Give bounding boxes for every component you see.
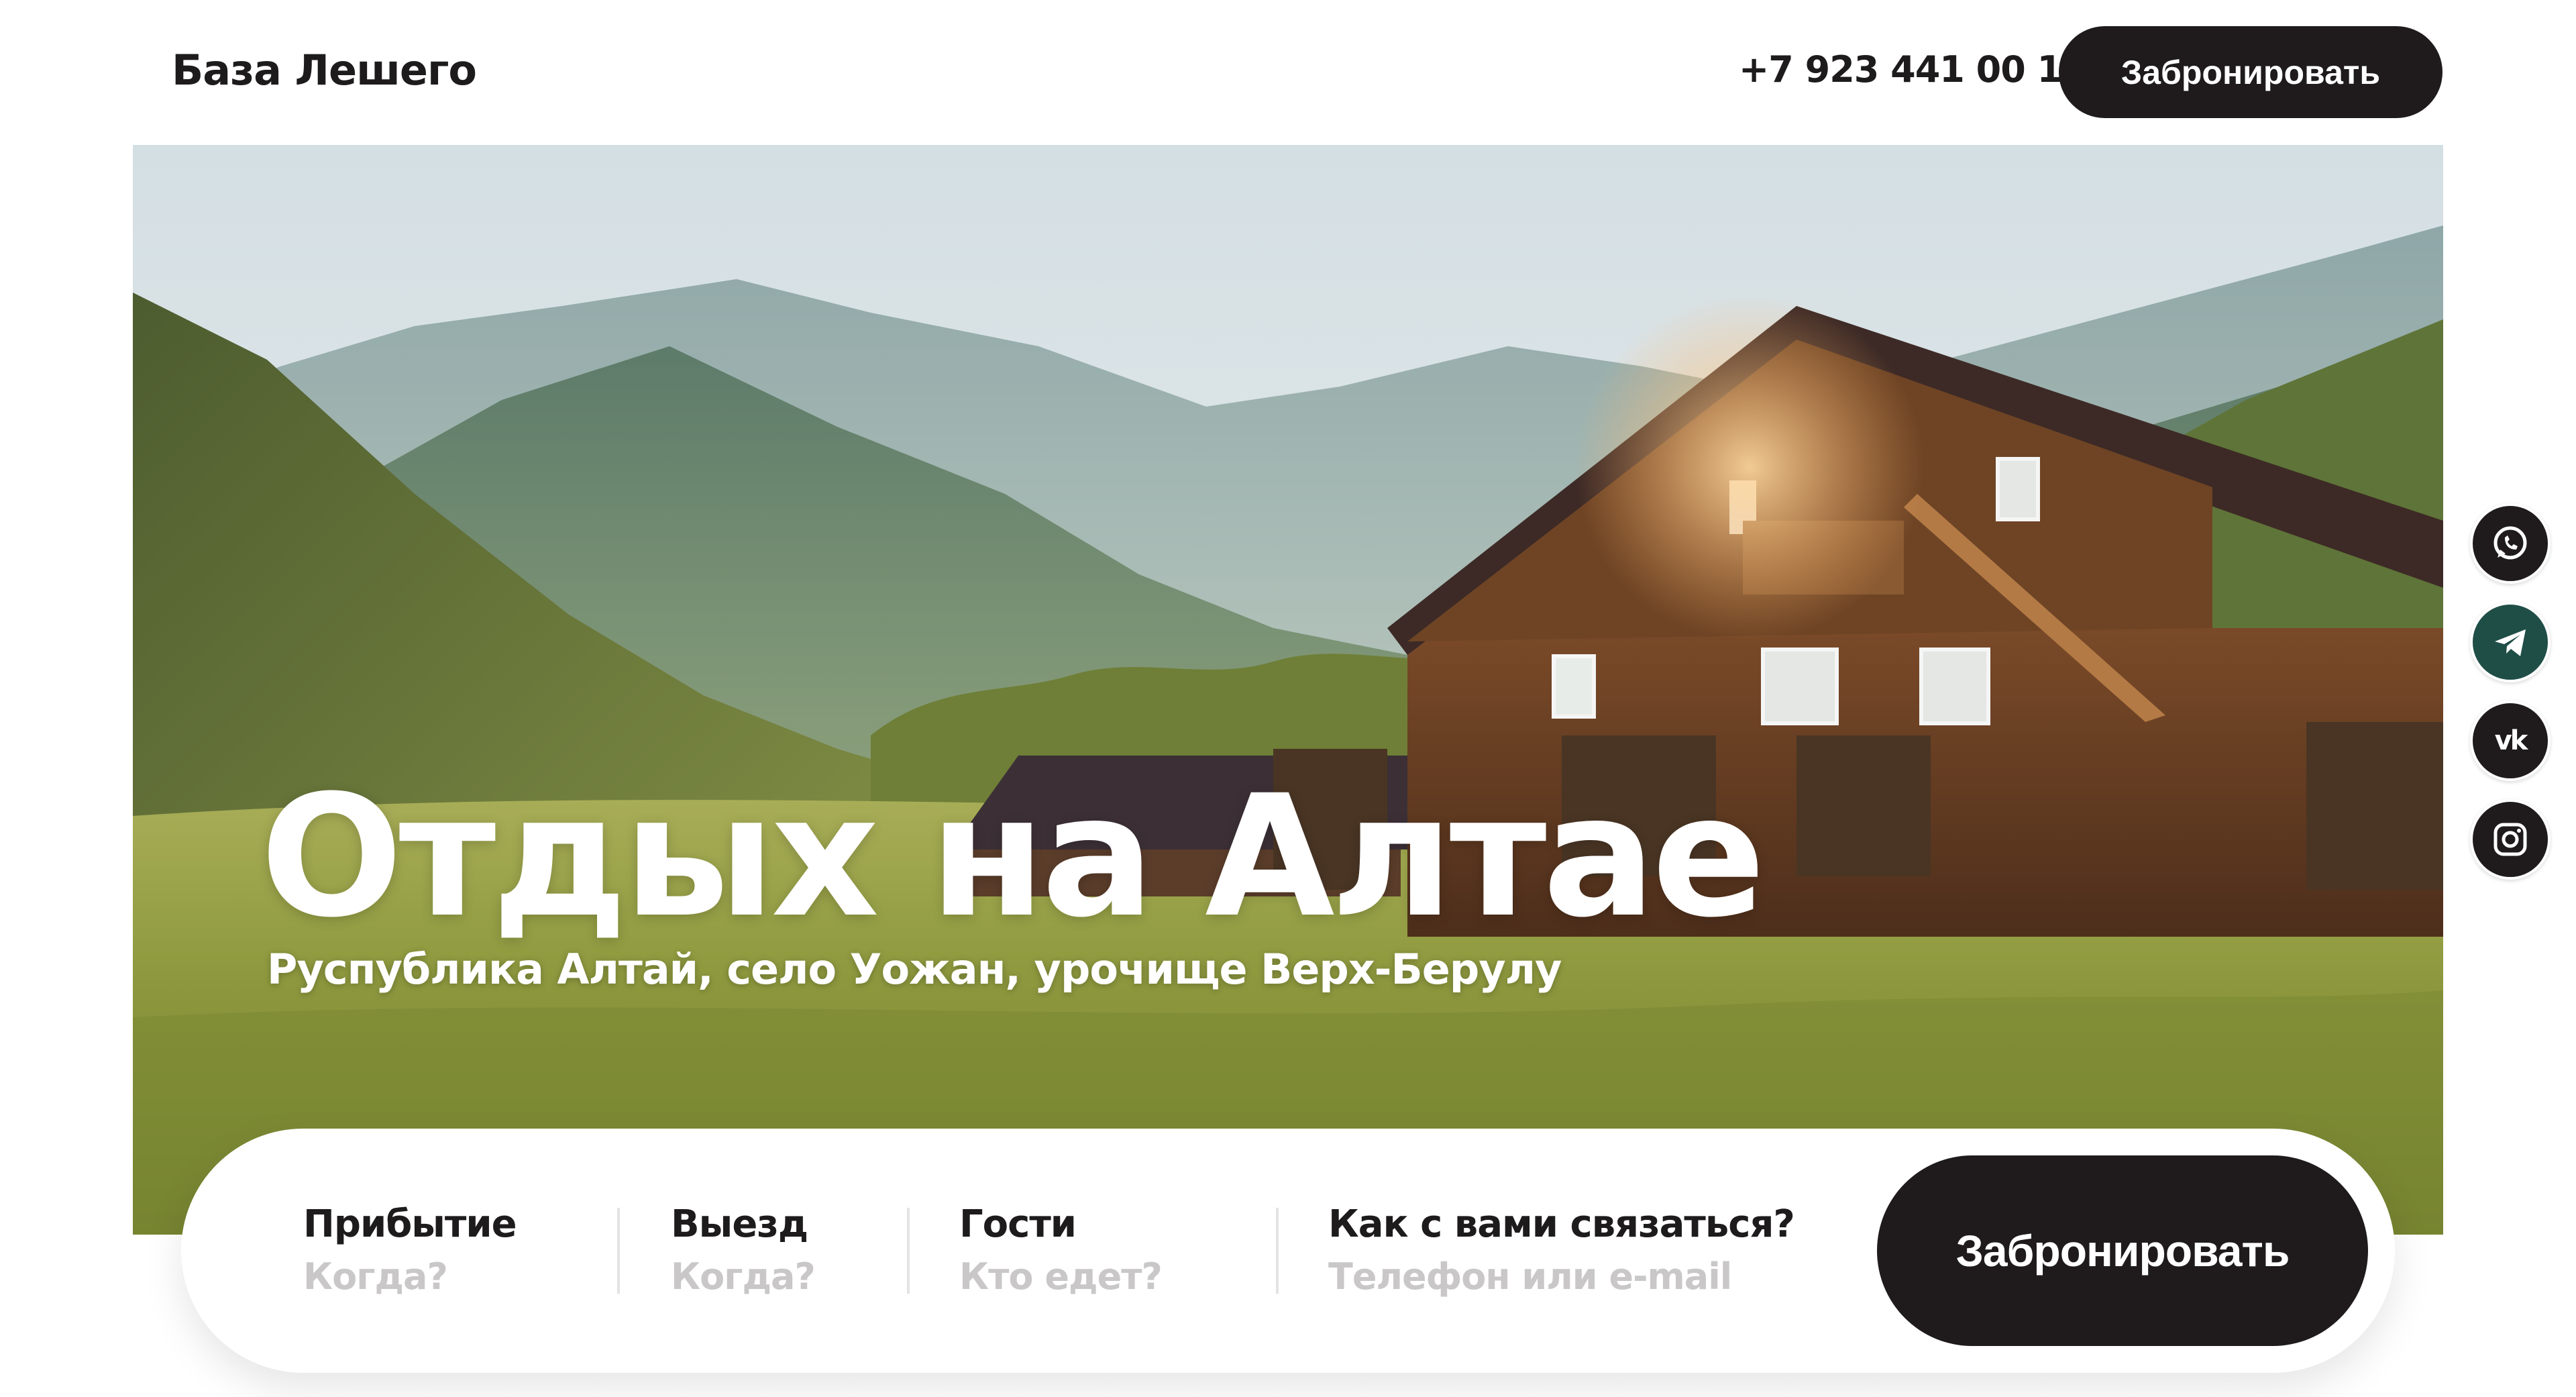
field-divider: [1276, 1208, 1279, 1294]
contact-label: Как с вами связаться?: [1328, 1202, 1795, 1246]
guests-field[interactable]: Гости: [959, 1202, 1375, 1298]
arrival-input[interactable]: [303, 1255, 719, 1298]
site-logo[interactable]: База Лешего: [172, 46, 477, 95]
header-book-button[interactable]: Забронировать: [2059, 26, 2443, 118]
site-header: База Лешего +7 923 441 00 11 Забронирова…: [0, 0, 2576, 145]
guests-input[interactable]: [959, 1255, 1375, 1298]
contact-input[interactable]: [1328, 1255, 1838, 1298]
arrival-field[interactable]: Прибытие: [303, 1202, 719, 1298]
instagram-icon: [2493, 823, 2527, 856]
social-links: vk: [2470, 503, 2551, 898]
vk-icon: vk: [2494, 725, 2528, 756]
telegram-icon: [2495, 629, 2526, 656]
booking-submit-button[interactable]: Забронировать: [1877, 1155, 2368, 1346]
hero-banner: Отдых на Алтае Руспублика Алтай, село Уо…: [133, 145, 2443, 1235]
booking-form: Прибытие Выезд Гости Как с вами связатьс…: [181, 1129, 2395, 1373]
hero-title: Отдых на Алтае: [260, 759, 1766, 954]
hero-address: Руспублика Алтай, село Уожан, урочище Ве…: [267, 945, 1562, 994]
whatsapp-icon: [2493, 526, 2527, 560]
phone-link[interactable]: +7 923 441 00 11: [1739, 48, 2087, 91]
telegram-button[interactable]: [2470, 602, 2551, 682]
field-divider: [617, 1208, 620, 1294]
field-divider: [907, 1208, 910, 1294]
arrival-label: Прибытие: [303, 1202, 517, 1246]
instagram-button[interactable]: [2470, 799, 2551, 880]
vk-button[interactable]: vk: [2470, 701, 2551, 781]
guests-label: Гости: [959, 1202, 1077, 1246]
whatsapp-button[interactable]: [2470, 503, 2551, 584]
hero-photo: [133, 145, 2443, 1235]
contact-field[interactable]: Как с вами связаться?: [1328, 1202, 1838, 1298]
